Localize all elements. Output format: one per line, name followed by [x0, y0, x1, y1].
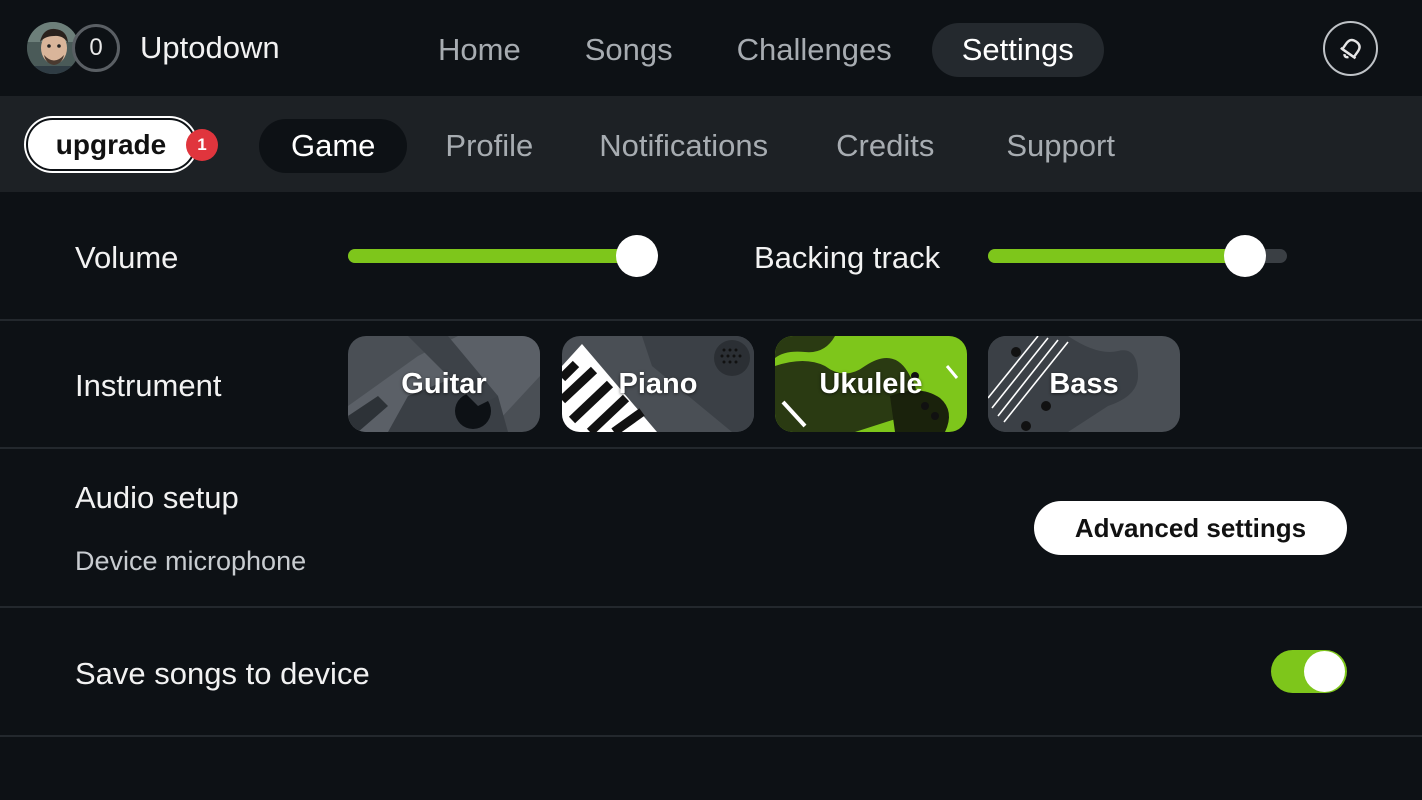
- volume-slider-thumb[interactable]: [616, 235, 658, 277]
- instrument-guitar-label: Guitar: [401, 367, 487, 400]
- audio-device-text: Device microphone: [75, 546, 307, 576]
- backing-track-slider[interactable]: [988, 235, 1287, 277]
- nav-songs[interactable]: Songs: [561, 23, 697, 77]
- tab-support[interactable]: Support: [974, 119, 1147, 173]
- divider: [0, 447, 1422, 449]
- upgrade-button[interactable]: upgrade: [26, 118, 196, 171]
- audio-setup-label: Audio setup: [75, 480, 239, 515]
- backing-track-slider-thumb[interactable]: [1224, 235, 1267, 277]
- settings-tabs: Game Profile Notifications Credits Suppo…: [259, 119, 1153, 173]
- instrument-label: Instrument: [75, 368, 222, 403]
- divider: [0, 319, 1422, 321]
- nav-settings[interactable]: Settings: [931, 23, 1104, 77]
- instrument-bass-label: Bass: [1049, 367, 1119, 400]
- divider: [0, 735, 1422, 737]
- backing-track-label: Backing track: [754, 240, 941, 275]
- backing-track-slider-fill: [988, 249, 1246, 263]
- tab-game[interactable]: Game: [259, 119, 408, 173]
- username[interactable]: Uptodown: [140, 30, 280, 66]
- instrument-piano[interactable]: Piano: [562, 336, 754, 432]
- volume-slider-fill: [348, 249, 640, 263]
- tab-profile[interactable]: Profile: [413, 119, 565, 173]
- instrument-ukulele[interactable]: Ukulele: [775, 336, 967, 432]
- nav-home[interactable]: Home: [414, 23, 545, 77]
- volume-label: Volume: [75, 240, 179, 275]
- instrument-guitar[interactable]: Guitar: [348, 336, 540, 432]
- divider: [0, 606, 1422, 608]
- instrument-bass[interactable]: Bass: [988, 336, 1180, 432]
- level-indicator: 0: [72, 24, 120, 72]
- volume-slider[interactable]: [348, 235, 658, 277]
- upgrade-badge: 1: [186, 129, 218, 161]
- instrument-piano-label: Piano: [618, 367, 698, 400]
- bell-icon: [1339, 38, 1361, 59]
- save-songs-toggle-knob: [1304, 651, 1345, 692]
- notifications-button[interactable]: [1323, 21, 1378, 76]
- advanced-settings-button[interactable]: Advanced settings: [1034, 501, 1347, 555]
- nav-challenges[interactable]: Challenges: [713, 23, 916, 77]
- save-songs-label: Save songs to device: [75, 656, 370, 691]
- instrument-ukulele-label: Ukulele: [819, 367, 923, 400]
- save-songs-toggle[interactable]: [1271, 650, 1347, 693]
- level-value: 0: [89, 34, 103, 61]
- tab-notifications[interactable]: Notifications: [571, 119, 796, 173]
- tab-credits[interactable]: Credits: [802, 119, 968, 173]
- main-nav: Home Songs Challenges Settings: [414, 23, 1120, 77]
